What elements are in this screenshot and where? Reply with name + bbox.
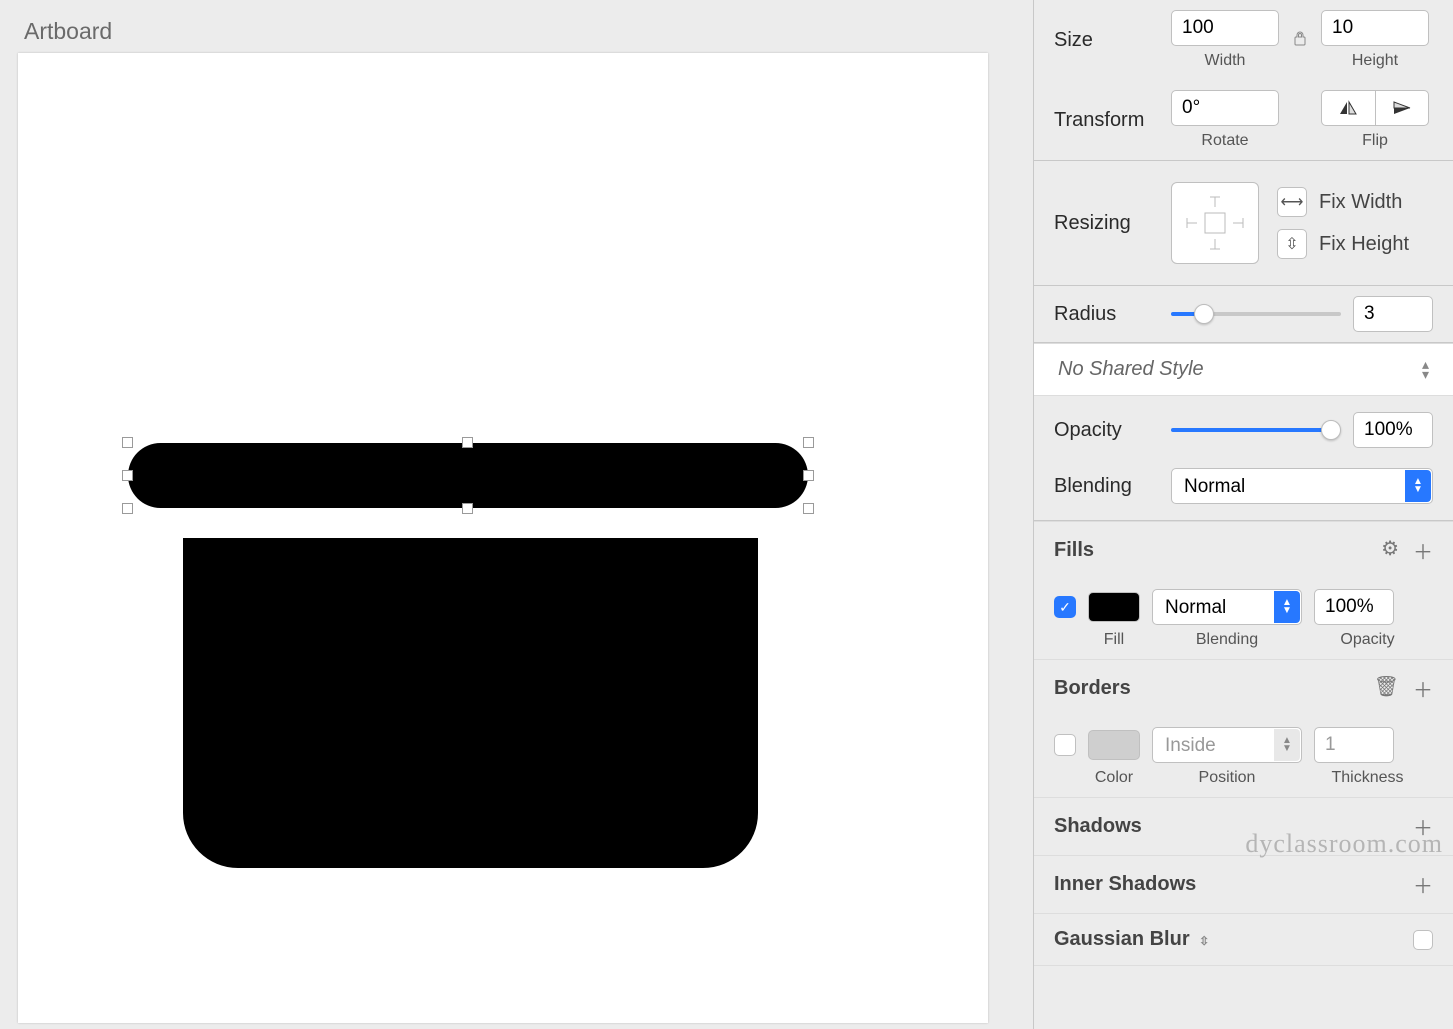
fill-blending-select[interactable]: Normal	[1152, 589, 1302, 625]
opacity-row: Opacity	[1034, 396, 1453, 458]
selection-handle-bottom-middle[interactable]	[462, 503, 473, 514]
updown-icon[interactable]: ⇳	[1199, 934, 1209, 948]
border-captions: Color Position Thickness	[1034, 769, 1453, 797]
add-fill-icon[interactable]: ＋	[1413, 536, 1433, 565]
transform-row: Transform Rotate Flip	[1034, 80, 1453, 161]
selection-handle-top-left[interactable]	[122, 437, 133, 448]
fill-item-row: ✓ Normal ▲▼	[1034, 579, 1453, 631]
opacity-label: Opacity	[1054, 419, 1159, 442]
shadows-header: Shadows ＋	[1034, 797, 1453, 855]
fill-enabled-checkbox[interactable]: ✓	[1054, 596, 1076, 618]
selection-handle-top-middle[interactable]	[462, 437, 473, 448]
resize-constraints-diagram[interactable]	[1171, 182, 1259, 264]
updown-icon: ▴▾	[1422, 360, 1429, 380]
width-caption: Width	[1205, 52, 1246, 70]
fill-color-swatch[interactable]	[1088, 592, 1140, 622]
shape-body[interactable]	[183, 538, 758, 868]
height-input[interactable]	[1321, 10, 1429, 46]
opacity-slider[interactable]	[1171, 428, 1341, 432]
border-color-swatch[interactable]	[1088, 730, 1140, 760]
inspector-panel: Size Width Height Transform Rotate	[1033, 0, 1453, 1029]
resizing-label: Resizing	[1054, 212, 1159, 235]
selection-handle-bottom-right[interactable]	[803, 503, 814, 514]
opacity-input[interactable]	[1353, 412, 1433, 448]
fills-title: Fills	[1054, 539, 1094, 562]
fix-width-label: Fix Width	[1319, 191, 1402, 214]
radius-input[interactable]	[1353, 296, 1433, 332]
border-thickness-input[interactable]	[1314, 727, 1394, 763]
blending-select[interactable]: Normal	[1171, 468, 1433, 504]
inner-shadows-title: Inner Shadows	[1054, 873, 1196, 896]
lock-icon[interactable]	[1291, 30, 1309, 51]
radius-slider[interactable]	[1171, 312, 1341, 316]
fill-captions: Fill Blending Opacity	[1034, 631, 1453, 659]
borders-header: Borders 🗑 ＋	[1034, 659, 1453, 717]
flip-vertical-button[interactable]	[1376, 91, 1429, 125]
flip-caption: Flip	[1362, 132, 1388, 150]
radius-row: Radius	[1034, 286, 1453, 343]
rotate-caption: Rotate	[1201, 132, 1248, 150]
border-enabled-checkbox[interactable]	[1054, 734, 1076, 756]
fix-width-row[interactable]: ⟷ Fix Width	[1277, 181, 1409, 223]
fills-header: Fills ⚙ ＋	[1034, 521, 1453, 579]
shared-style-text: No Shared Style	[1058, 358, 1204, 381]
selected-shape-lid[interactable]	[128, 443, 808, 508]
fix-height-row[interactable]: ⇳ Fix Height	[1277, 223, 1409, 265]
gear-icon[interactable]: ⚙	[1381, 536, 1399, 565]
gaussian-blur-title: Gaussian Blur ⇳	[1054, 928, 1209, 951]
radius-label: Radius	[1054, 303, 1159, 326]
fix-height-label: Fix Height	[1319, 233, 1409, 256]
canvas-area: Artboard	[0, 0, 1033, 1029]
shadows-title: Shadows	[1054, 815, 1142, 838]
border-item-row: Inside ▲▼	[1034, 717, 1453, 769]
add-inner-shadow-icon[interactable]: ＋	[1413, 870, 1433, 899]
transform-label: Transform	[1054, 109, 1159, 132]
resizing-row: Resizing ⟷ Fix Width ⇳ Fix Height	[1034, 161, 1453, 286]
size-row: Size Width Height	[1034, 0, 1453, 80]
height-caption: Height	[1352, 52, 1398, 70]
selection-handle-top-right[interactable]	[803, 437, 814, 448]
artboard-label[interactable]: Artboard	[24, 18, 1015, 45]
size-label: Size	[1054, 29, 1159, 52]
selection-handle-middle-left[interactable]	[122, 470, 133, 481]
fill-opacity-input[interactable]	[1314, 589, 1394, 625]
blending-row: Blending Normal ▲▼	[1034, 458, 1453, 521]
flip-buttons	[1321, 90, 1429, 126]
width-input[interactable]	[1171, 10, 1279, 46]
trash-icon[interactable]: 🗑	[1374, 674, 1399, 703]
shared-style-row[interactable]: No Shared Style ▴▾	[1034, 343, 1453, 396]
add-border-icon[interactable]: ＋	[1413, 674, 1433, 703]
flip-horizontal-button[interactable]	[1322, 91, 1376, 125]
selection-handle-middle-right[interactable]	[803, 470, 814, 481]
blending-label: Blending	[1054, 475, 1159, 498]
borders-title: Borders	[1054, 677, 1131, 700]
fix-height-icon: ⇳	[1277, 229, 1307, 259]
rotate-input[interactable]	[1171, 90, 1279, 126]
gaussian-blur-checkbox[interactable]	[1413, 930, 1433, 950]
border-position-select[interactable]: Inside	[1152, 727, 1302, 763]
artboard[interactable]	[18, 53, 988, 1023]
inner-shadows-header: Inner Shadows ＋	[1034, 855, 1453, 913]
add-shadow-icon[interactable]: ＋	[1413, 812, 1433, 841]
fix-width-icon: ⟷	[1277, 187, 1307, 217]
selection-handle-bottom-left[interactable]	[122, 503, 133, 514]
gaussian-blur-header: Gaussian Blur ⇳	[1034, 913, 1453, 966]
